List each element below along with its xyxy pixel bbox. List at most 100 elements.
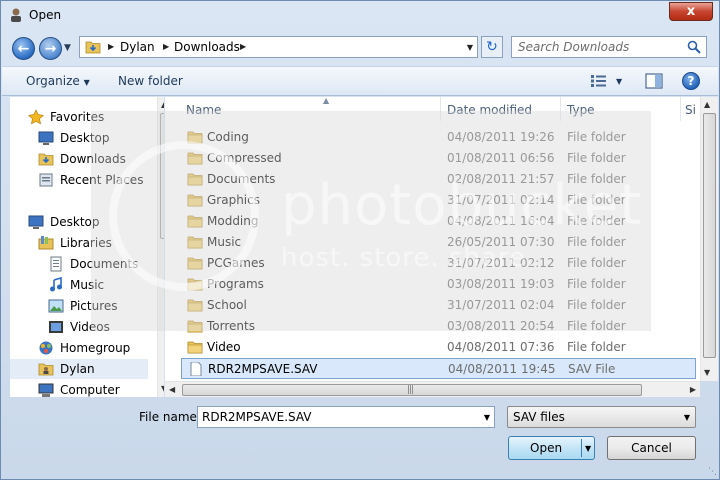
organize-button[interactable]: Organize ▼: [26, 74, 90, 88]
back-button[interactable]: ←: [12, 37, 35, 60]
back-arrow-icon: ←: [17, 40, 30, 57]
table-row[interactable]: Coding 04/08/2011 19:26 File folder: [181, 127, 696, 148]
nav-item-computer[interactable]: Computer: [38, 380, 120, 397]
forward-button[interactable]: →: [39, 37, 62, 60]
open-options-dropdown-icon[interactable]: ▼: [585, 444, 591, 453]
nav-item-libraries[interactable]: Libraries: [38, 233, 112, 253]
file-type: File folder: [567, 277, 626, 291]
open-dialog: Open x ← → ▼ ▶ Dylan ▶ Downloads ▶ ▼ ↻ O…: [0, 0, 720, 480]
column-header-size[interactable]: Si: [681, 97, 700, 121]
scroll-down-icon[interactable]: ▼: [704, 368, 710, 377]
refresh-icon: ↻: [486, 39, 498, 55]
scroll-right-icon[interactable]: ▶: [690, 385, 696, 394]
table-row[interactable]: School 31/07/2011 02:04 File folder: [181, 295, 696, 316]
table-row[interactable]: Graphics 31/07/2011 02:14 File folder: [181, 190, 696, 211]
cancel-button[interactable]: Cancel: [607, 436, 696, 460]
view-options-dropdown-icon[interactable]: ▼: [616, 77, 622, 86]
nav-item-pictures[interactable]: Pictures: [48, 296, 118, 316]
file-name-input[interactable]: [202, 410, 472, 424]
organize-label: Organize: [26, 74, 80, 88]
scroll-up-icon[interactable]: ▲: [704, 100, 710, 109]
preview-pane-icon[interactable]: [645, 73, 663, 89]
file-name: School: [207, 298, 247, 312]
nav-item-desktop[interactable]: Desktop: [38, 128, 110, 148]
user-folder-icon: [38, 363, 54, 376]
breadcrumb-dylan[interactable]: Dylan: [120, 40, 155, 54]
file-list-horizontal-scrollbar[interactable]: ◀ ||| ▶: [165, 381, 700, 397]
close-button[interactable]: x: [669, 2, 713, 21]
nav-item-homegroup[interactable]: Homegroup: [38, 338, 130, 358]
refresh-button[interactable]: ↻: [481, 36, 503, 58]
search-input[interactable]: [518, 40, 683, 54]
file-date-modified: 03/08/2011 19:03: [447, 277, 555, 291]
address-bar[interactable]: ▶ Dylan ▶ Downloads ▶ ▼: [79, 36, 478, 58]
table-row[interactable]: Programs 03/08/2011 19:03 File folder: [181, 274, 696, 295]
breadcrumb-downloads[interactable]: Downloads: [174, 40, 240, 54]
file-date-modified: 04/08/2011 07:36: [447, 340, 555, 354]
column-header-name[interactable]: ▲ Name: [181, 97, 441, 121]
nav-item-downloads[interactable]: Downloads: [38, 149, 126, 169]
app-icon: [11, 8, 21, 22]
sort-ascending-icon: ▲: [323, 97, 330, 105]
command-bar: Organize ▼ New folder ▼ ?: [2, 66, 718, 96]
nav-item-videos[interactable]: Videos: [48, 317, 110, 337]
breadcrumb-arrow-icon[interactable]: ▶: [163, 42, 169, 51]
file-name: Documents: [207, 172, 276, 186]
horizontal-scroll-thumb[interactable]: |||: [182, 384, 642, 396]
chevron-down-icon[interactable]: ▼: [484, 413, 490, 422]
resize-grip-icon[interactable]: ⋱: [708, 467, 717, 477]
search-box[interactable]: [511, 36, 707, 58]
open-button[interactable]: Open ▼: [508, 436, 595, 460]
forward-arrow-icon: →: [44, 40, 57, 57]
nav-item-label: Computer: [60, 383, 120, 397]
recent-places-icon: [39, 173, 53, 187]
column-header-type[interactable]: Type: [561, 97, 681, 121]
scroll-left-icon[interactable]: ◀: [169, 385, 175, 394]
split-divider: [581, 439, 582, 457]
nav-item-music[interactable]: Music: [48, 275, 104, 295]
search-icon[interactable]: [687, 40, 701, 54]
folder-icon: [187, 236, 203, 249]
chevron-down-icon: ▼: [683, 413, 690, 422]
pictures-icon: [48, 299, 64, 313]
nav-item-desktop-root[interactable]: Desktop: [28, 212, 100, 232]
file-name-label: File name:: [139, 410, 201, 424]
help-icon[interactable]: ?: [682, 72, 700, 90]
nav-item-recent-places[interactable]: Recent Places: [38, 170, 143, 190]
table-row[interactable]: Modding 04/08/2011 16:04 File folder: [181, 211, 696, 232]
table-row[interactable]: PCGames 31/07/2011 02:12 File folder: [181, 253, 696, 274]
navigation-pane: Favorites Desktop Downloads Recent Place…: [10, 97, 165, 397]
table-row[interactable]: Compressed 01/08/2011 06:56 File folder: [181, 148, 696, 169]
file-type: File folder: [567, 172, 626, 186]
nav-item-label: Recent Places: [60, 173, 144, 187]
table-row[interactable]: Video 04/08/2011 07:36 File folder: [181, 337, 696, 358]
table-row[interactable]: Music 26/05/2011 07:30 File folder: [181, 232, 696, 253]
nav-pane-scrollbar[interactable]: ▲ ≡ ▼: [157, 97, 164, 397]
file-type: File folder: [567, 319, 626, 333]
folder-icon: [187, 173, 203, 186]
table-row[interactable]: Documents 02/08/2011 21:57 File folder: [181, 169, 696, 190]
filter-value: SAV files: [513, 410, 565, 424]
folder-icon: [187, 320, 203, 333]
file-type: File folder: [567, 235, 626, 249]
address-dropdown-icon[interactable]: ▼: [467, 43, 473, 52]
file-list-scroll-thumb[interactable]: [703, 113, 716, 358]
column-header-date-modified[interactable]: Date modified: [441, 97, 561, 121]
file-date-modified: 04/08/2011 16:04: [447, 214, 555, 228]
file-list-vertical-scrollbar[interactable]: ▲ ▼: [700, 97, 718, 381]
table-row[interactable]: Torrents 03/08/2011 20:54 File folder: [181, 316, 696, 337]
file-type-filter[interactable]: SAV files ▼: [507, 406, 696, 428]
breadcrumb-arrow-icon[interactable]: ▶: [240, 42, 246, 51]
file-date-modified: 31/07/2011 02:04: [447, 298, 555, 312]
nav-item-favorites[interactable]: Favorites: [28, 107, 104, 127]
title-bar[interactable]: Open x: [1, 1, 719, 31]
change-view-icon[interactable]: [590, 74, 608, 88]
table-row[interactable]: RDR2MPSAVE.SAV 04/08/2011 19:45 SAV File: [181, 358, 696, 379]
recent-pages-dropdown-icon[interactable]: ▼: [64, 43, 71, 53]
new-folder-button[interactable]: New folder: [118, 74, 183, 88]
file-name-combobox[interactable]: ▼: [197, 406, 495, 428]
nav-item-dylan[interactable]: Dylan: [10, 359, 148, 379]
nav-item-label: Homegroup: [60, 341, 131, 355]
nav-item-documents[interactable]: Documents: [48, 254, 138, 274]
breadcrumb-arrow-icon[interactable]: ▶: [108, 42, 114, 51]
